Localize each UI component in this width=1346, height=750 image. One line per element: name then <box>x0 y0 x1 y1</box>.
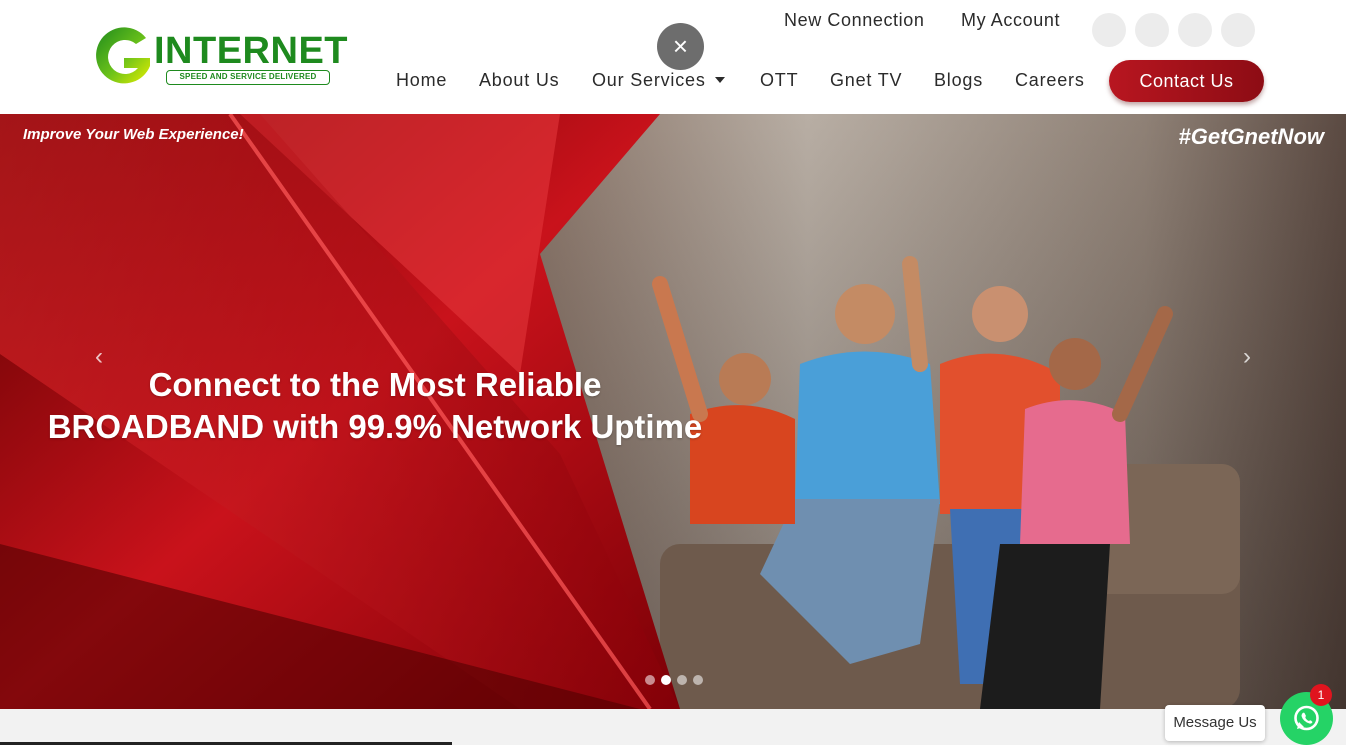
nav-gnet-tv[interactable]: Gnet TV <box>830 70 902 91</box>
logo-tagline: SPEED AND SERVICE DELIVERED <box>166 70 330 85</box>
nav-home[interactable]: Home <box>396 70 447 91</box>
nav-our-services[interactable]: Our Services <box>592 70 725 91</box>
hero-title: Connect to the Most Reliable BROADBAND w… <box>20 364 730 448</box>
close-icon[interactable]: × <box>657 23 704 70</box>
carousel-indicators <box>645 672 709 685</box>
nav-about-us[interactable]: About Us <box>479 70 559 91</box>
hero-hashtag: #GetGnetNow <box>1178 124 1324 149</box>
carousel-next-icon[interactable]: › <box>1232 342 1262 372</box>
contact-us-button[interactable]: Contact Us <box>1109 60 1264 102</box>
new-connection-link[interactable]: New Connection <box>784 10 924 31</box>
social-icon[interactable] <box>1135 13 1169 47</box>
logo-wordmark: INTERNET <box>154 30 348 72</box>
chevron-down-icon <box>714 77 725 83</box>
hero-title-line-1: Connect to the Most Reliable <box>148 366 602 403</box>
carousel-dot[interactable] <box>677 675 687 685</box>
notification-badge: 1 <box>1310 684 1332 706</box>
nav-our-services-label: Our Services <box>592 70 706 90</box>
below-fold-section <box>0 709 1346 745</box>
hero-title-line-2: BROADBAND with 99.9% Network Uptime <box>47 408 703 445</box>
carousel-prev-icon[interactable]: ‹ <box>84 342 114 372</box>
nav-ott[interactable]: OTT <box>760 70 798 91</box>
site-header: INTERNET SPEED AND SERVICE DELIVERED New… <box>0 0 1346 114</box>
hero-carousel: Improve Your Web Experience! #GetGnetNow… <box>0 114 1346 709</box>
nav-blogs[interactable]: Blogs <box>934 70 983 91</box>
carousel-dot[interactable] <box>645 675 655 685</box>
carousel-dot[interactable] <box>693 675 703 685</box>
social-icon[interactable] <box>1221 13 1255 47</box>
my-account-link[interactable]: My Account <box>961 10 1060 31</box>
social-icon[interactable] <box>1092 13 1126 47</box>
nav-careers[interactable]: Careers <box>1015 70 1085 91</box>
social-icon[interactable] <box>1178 13 1212 47</box>
message-us-label[interactable]: Message Us <box>1165 705 1265 741</box>
hero-tagline: Improve Your Web Experience! <box>23 126 244 143</box>
carousel-dot[interactable] <box>661 675 671 685</box>
